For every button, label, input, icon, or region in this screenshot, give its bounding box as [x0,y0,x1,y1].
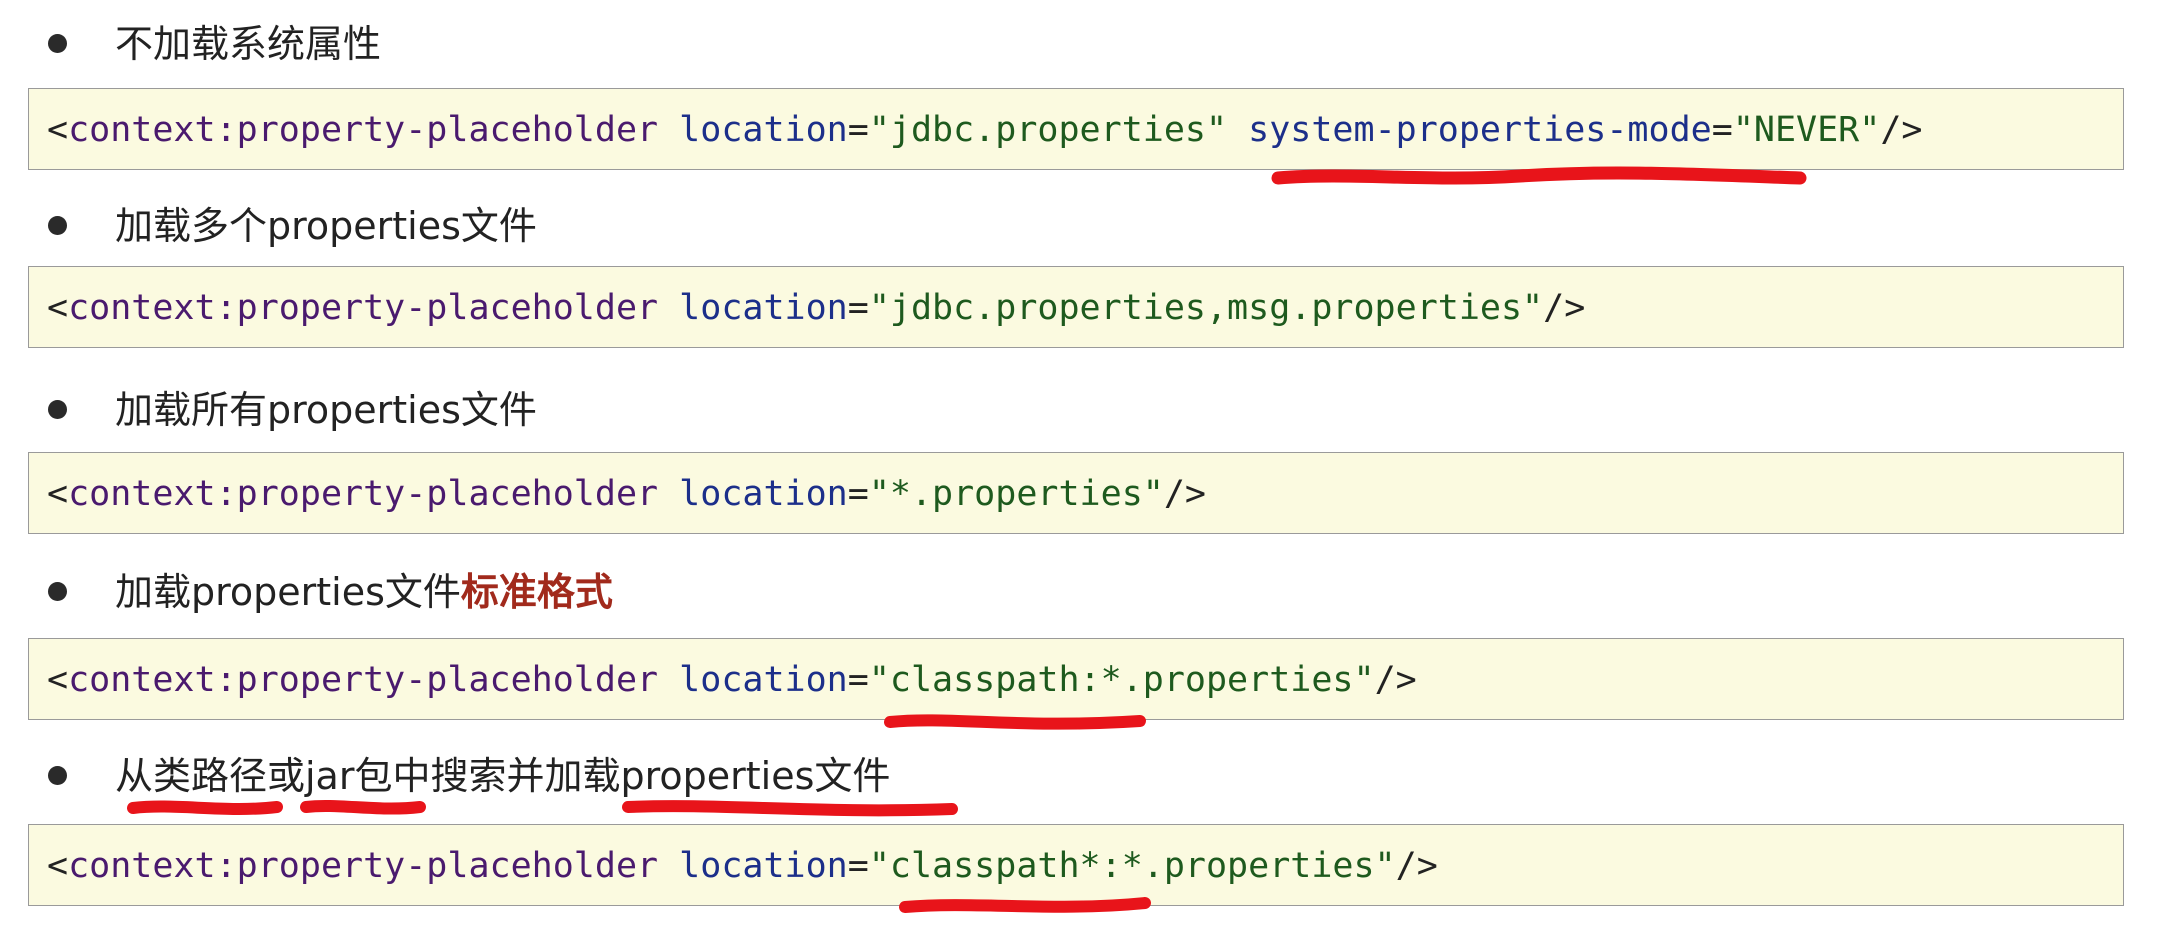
code-equals: = [847,660,869,700]
bullet-dot [48,400,67,419]
bullet-dot [48,34,67,53]
code-bracket: < [47,660,69,700]
code-attribute: location [679,288,848,328]
code-equals: = [847,110,869,150]
code-attribute: location [679,110,848,150]
code-equals: = [847,474,869,514]
code-string: "NEVER" [1732,110,1881,150]
code-line: <context:property-placeholder location="… [47,267,1585,349]
bullet-dot [48,216,67,235]
code-block-3: <context:property-placeholder location="… [28,452,2124,534]
code-line: <context:property-placeholder location="… [47,89,1922,171]
bullet-text: 加载properties文件标准格式 [115,562,613,622]
bullet-text-highlight: 标准格式 [460,570,613,614]
code-bracket: < [47,474,69,514]
bullet-dot [48,766,67,785]
code-block-2: <context:property-placeholder location="… [28,266,2124,348]
bullet-text-plain: 加载properties文件 [115,570,461,614]
code-bracket: /> [1395,846,1438,886]
code-string: "jdbc.properties,msg.properties" [868,288,1544,328]
code-bracket: < [47,288,69,328]
code-line: <context:property-placeholder location="… [47,825,1438,907]
bullet-text: 从类路径或jar包中搜索并加载properties文件 [115,754,891,798]
code-tag: context:property-placeholder [68,288,659,328]
code-line: <context:property-placeholder location="… [47,639,1417,721]
code-bracket: < [47,846,69,886]
code-attribute: location [679,474,848,514]
code-bracket: /> [1163,474,1206,514]
code-tag: context:property-placeholder [68,846,659,886]
code-attribute: location [679,660,848,700]
code-bracket: /> [1374,660,1417,700]
code-block-1: <context:property-placeholder location="… [28,88,2124,170]
code-bracket: /> [1880,110,1923,150]
code-attribute: location [679,846,848,886]
code-equals: = [847,846,869,886]
code-block-4: <context:property-placeholder location="… [28,638,2124,720]
bullet-dot [48,582,67,601]
code-tag: context:property-placeholder [68,474,659,514]
code-equals: = [847,288,869,328]
code-string: "*.properties" [868,474,1164,514]
code-string: "jdbc.properties" [868,110,1228,150]
code-block-5: <context:property-placeholder location="… [28,824,2124,906]
code-bracket: /> [1543,288,1586,328]
bullet-text: 不加载系统属性 [115,22,382,66]
code-equals: = [1711,110,1733,150]
code-bracket: < [47,110,69,150]
code-tag: context:property-placeholder [68,110,659,150]
code-line: <context:property-placeholder location="… [47,453,1206,535]
code-attribute: system-properties-mode [1248,110,1712,150]
code-string: "classpath*:*.properties" [868,846,1396,886]
code-string: "classpath:*.properties" [868,660,1375,700]
bullet-text: 加载多个properties文件 [115,204,537,248]
bullet-text: 加载所有properties文件 [115,388,537,432]
code-tag: context:property-placeholder [68,660,659,700]
